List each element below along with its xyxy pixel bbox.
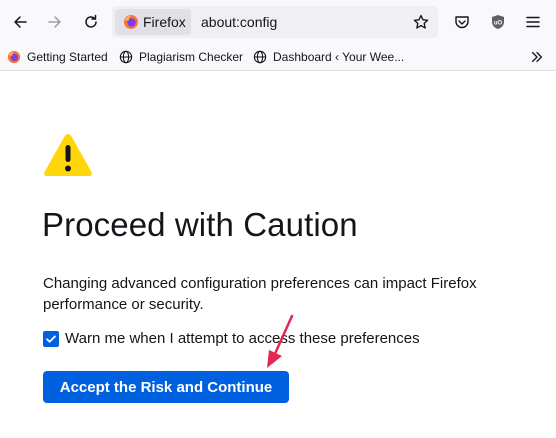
- reload-button[interactable]: [79, 10, 103, 34]
- bookmarks-overflow-button[interactable]: [528, 48, 546, 66]
- bookmark-getting-started[interactable]: Getting Started: [6, 48, 108, 66]
- globe-icon: [253, 50, 267, 64]
- firefox-icon: [7, 50, 21, 64]
- warning-triangle-icon: [44, 134, 92, 176]
- star-icon: [413, 14, 429, 29]
- globe-icon: [119, 50, 133, 64]
- bookmarks-toolbar: Getting Started Plagiarism Checker Dashb…: [0, 44, 556, 71]
- bookmark-plagiarism-checker[interactable]: Plagiarism Checker: [118, 48, 243, 66]
- back-arrow-icon: [14, 16, 27, 28]
- svg-text:uO: uO: [494, 21, 503, 27]
- back-button[interactable]: [8, 10, 32, 34]
- pocket-icon: [455, 16, 469, 29]
- annotation-arrow-icon: [267, 314, 294, 368]
- accept-risk-button[interactable]: Accept the Risk and Continue: [43, 371, 289, 403]
- hamburger-menu-icon: [526, 16, 540, 28]
- bookmark-label: Getting Started: [27, 50, 108, 64]
- double-chevron-right-icon: [531, 51, 543, 63]
- bookmark-label: Dashboard ‹ Your Wee...: [273, 50, 405, 64]
- warning-description: Changing advanced configuration preferen…: [43, 275, 477, 313]
- identity-label: Firefox: [143, 14, 186, 30]
- browser-toolbar: Firefox about:config uO: [0, 0, 556, 44]
- page-title: Proceed with Caution: [42, 206, 358, 243]
- firefox-icon: [124, 15, 138, 29]
- bookmark-label: Plagiarism Checker: [139, 50, 244, 64]
- warn-checkbox[interactable]: [43, 330, 59, 347]
- bookmark-dashboard[interactable]: Dashboard ‹ Your Wee...: [252, 48, 404, 66]
- bookmark-star-button[interactable]: [410, 11, 432, 33]
- forward-button[interactable]: [43, 10, 67, 34]
- reload-icon: [85, 14, 97, 28]
- identity-box[interactable]: Firefox: [115, 9, 191, 35]
- pocket-button[interactable]: [450, 10, 474, 34]
- warn-checkbox-label[interactable]: Warn me when I attempt to access these p…: [65, 330, 420, 347]
- checkmark-icon: [46, 335, 56, 343]
- app-menu-button[interactable]: [521, 10, 545, 34]
- forward-arrow-icon: [48, 16, 61, 28]
- ublock-shield-icon: uO: [492, 15, 504, 29]
- ublock-extension-button[interactable]: uO: [486, 10, 510, 34]
- url-bar[interactable]: Firefox about:config: [112, 6, 438, 38]
- url-text[interactable]: about:config: [201, 14, 277, 30]
- warn-preference-row[interactable]: Warn me when I attempt to access these p…: [43, 330, 420, 347]
